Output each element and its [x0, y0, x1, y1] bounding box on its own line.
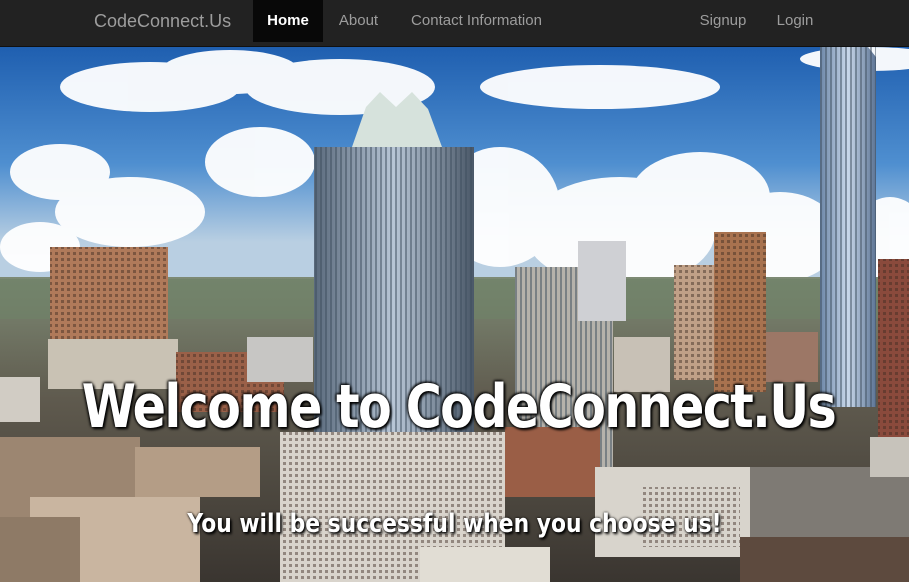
nav-login[interactable]: Login — [762, 0, 828, 42]
nav-contact-information[interactable]: Contact Information — [394, 0, 559, 42]
hero-section: Welcome to CodeConnect.Us You will be su… — [0, 47, 909, 582]
hero-title: Welcome to CodeConnect.Us — [81, 372, 837, 442]
city-skyline-image — [0, 47, 909, 582]
nav-signup[interactable]: Signup — [686, 0, 760, 42]
nav-home[interactable]: Home — [253, 0, 323, 42]
hero-subtitle: You will be successful when you choose u… — [187, 509, 722, 539]
top-navbar: CodeConnect.Us Home About Contact Inform… — [0, 0, 909, 47]
nav-about[interactable]: About — [323, 0, 394, 42]
brand-link[interactable]: CodeConnect.Us — [94, 0, 231, 42]
